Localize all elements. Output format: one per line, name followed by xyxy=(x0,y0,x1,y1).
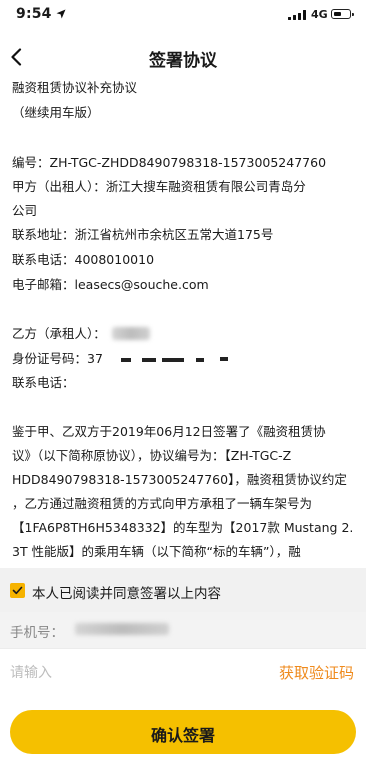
get-verification-code-button[interactable]: 获取验证码 xyxy=(279,662,354,683)
consent-row[interactable]: 本人已阅读并同意签署以上内容 xyxy=(0,568,366,612)
agreement-number: 编号：ZH-TGC-ZHDD8490798318-1573005247760 xyxy=(12,155,327,170)
lessee-phone-label: 联系电话： xyxy=(12,375,75,390)
lessee-id-label: 身份证号码：37 xyxy=(12,351,103,366)
agreement-body-line: 议》（以下简称原协议），协议编号为：【ZH-TGC-Z xyxy=(12,448,292,463)
doc-title: 融资租赁协议补充协议 xyxy=(12,80,138,95)
status-time: 9:54 xyxy=(16,6,52,22)
page-title: 签署协议 xyxy=(149,51,217,71)
doc-subtitle: （继续用车版） xyxy=(12,105,100,120)
agreement-body-line: HDD8490798318-1573005247760】，融资租赁协议约定 xyxy=(12,472,347,487)
redacted-phone-number xyxy=(75,623,169,635)
agreement-body-line: 【1FA6P8TH6H5348332】的车型为【2017款 Mustang 2. xyxy=(12,520,354,535)
redaction-mark xyxy=(121,358,131,362)
lessor-address: 联系地址：浙江省杭州市余杭区五常大道175号 xyxy=(12,227,274,242)
agreement-content: 融资租赁协议补充协议 （继续用车版） 编号：ZH-TGC-ZHDD8490798… xyxy=(0,78,366,568)
lessor-name: 甲方（出租人）：浙江大搜车融资租赁有限公司青岛分 xyxy=(12,179,306,194)
network-type: 4G xyxy=(311,8,328,21)
redaction-mark xyxy=(220,357,228,361)
confirm-sign-label: 确认签署 xyxy=(150,726,215,745)
redaction-mark xyxy=(162,358,184,362)
lessee-name-label: 乙方（承租人）： xyxy=(12,326,106,341)
redacted-lessee-name xyxy=(112,327,150,340)
lessor-name-continued: 公司 xyxy=(12,203,38,218)
verification-code-input[interactable] xyxy=(10,661,210,685)
lessor-phone: 联系电话：4008010010 xyxy=(12,252,155,267)
redaction-mark xyxy=(142,358,156,362)
nav-bar: 签署协议 xyxy=(0,36,366,78)
redaction-mark xyxy=(196,358,204,362)
phone-row: 手机号： xyxy=(0,612,366,648)
battery-icon xyxy=(331,9,354,19)
lessor-email: 电子邮箱：leasecs@souche.com xyxy=(12,277,209,292)
checkmark-icon xyxy=(12,586,23,595)
status-bar: 9:54 4G xyxy=(0,0,366,30)
agreement-body-line: 3T 性能版】的乘用车辆（以下简称“标的车辆”），融 xyxy=(12,544,301,559)
agreement-body-line: 鉴于甲、乙双方于2019年06月12日签署了《融资租赁协 xyxy=(12,424,326,439)
agreement-body-line: ，乙方通过融资租赁的方式向甲方承租了一辆车架号为 xyxy=(12,496,313,511)
confirm-sign-button[interactable]: 确认签署 xyxy=(10,710,356,754)
consent-label: 本人已阅读并同意签署以上内容 xyxy=(32,586,221,602)
cellular-signal-icon xyxy=(288,10,306,20)
location-arrow-icon xyxy=(56,9,66,19)
phone-label: 手机号： xyxy=(10,625,64,641)
verification-code-row: 获取验证码 xyxy=(0,648,366,698)
consent-checkbox[interactable] xyxy=(10,583,25,598)
